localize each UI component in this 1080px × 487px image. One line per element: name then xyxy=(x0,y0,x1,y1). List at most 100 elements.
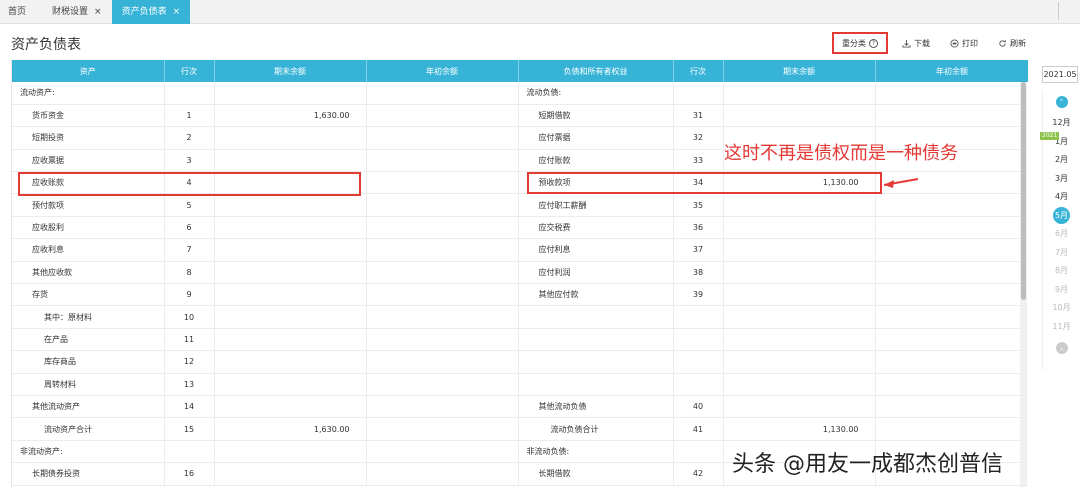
tab-tax-settings[interactable]: 财税设置 × xyxy=(42,0,112,24)
table-cell[interactable] xyxy=(214,126,367,150)
table-cell[interactable] xyxy=(875,373,1028,396)
table-cell[interactable] xyxy=(366,440,519,464)
table-cell[interactable] xyxy=(214,395,367,419)
reclassify-button[interactable]: 重分类 ? xyxy=(832,32,888,54)
month-item[interactable]: 6月 xyxy=(1043,225,1080,244)
table-cell[interactable] xyxy=(875,216,1028,240)
col-header: 行次 xyxy=(164,60,215,82)
collapse-handle[interactable] xyxy=(1058,2,1072,20)
table-cell[interactable] xyxy=(214,440,367,464)
table-cell[interactable] xyxy=(214,82,367,105)
table-cell: 流动资产合计 xyxy=(12,417,165,441)
table-cell: 预付款项 xyxy=(12,193,165,217)
month-item[interactable]: 9月 xyxy=(1043,281,1080,300)
table-cell[interactable] xyxy=(366,238,519,262)
chevron-up-icon[interactable]: ⌃ xyxy=(1055,96,1068,108)
table-cell[interactable] xyxy=(366,149,519,173)
table-cell[interactable] xyxy=(366,82,519,105)
table-cell: 36 xyxy=(673,216,724,240)
month-item[interactable]: 10月 xyxy=(1043,299,1080,318)
table-cell[interactable] xyxy=(366,126,519,150)
table-cell[interactable] xyxy=(723,305,876,329)
table-cell[interactable] xyxy=(366,373,519,396)
table-cell[interactable] xyxy=(366,350,519,374)
table-cell[interactable] xyxy=(723,328,876,352)
table-cell[interactable]: 1,630.00 xyxy=(214,104,367,128)
table-cell: 其他应付款 xyxy=(518,283,674,307)
tab-balance-sheet[interactable]: 资产负债表 × xyxy=(111,0,191,24)
chevron-down-icon[interactable]: ⌄ xyxy=(1055,342,1068,354)
table-cell[interactable] xyxy=(214,328,367,352)
table-cell[interactable] xyxy=(366,261,519,285)
refresh-button[interactable]: 刷新 xyxy=(992,32,1032,54)
table-cell[interactable]: 1,130.00 xyxy=(723,417,876,441)
table-cell[interactable] xyxy=(875,104,1028,128)
table-cell[interactable] xyxy=(875,82,1028,105)
month-item[interactable]: 4月 xyxy=(1043,188,1080,207)
table-cell[interactable] xyxy=(723,395,876,419)
table-cell[interactable] xyxy=(366,193,519,217)
table-cell[interactable] xyxy=(214,149,367,173)
table-cell[interactable] xyxy=(366,328,519,352)
month-label: 5月 xyxy=(1053,206,1070,224)
print-button[interactable]: 打印 xyxy=(944,32,984,54)
table-cell[interactable] xyxy=(875,238,1028,262)
table-cell[interactable] xyxy=(214,350,367,374)
table-cell[interactable] xyxy=(723,104,876,128)
table-cell[interactable] xyxy=(723,238,876,262)
table-cell[interactable] xyxy=(214,261,367,285)
table-cell[interactable] xyxy=(875,305,1028,329)
table-cell[interactable] xyxy=(723,216,876,240)
table-cell[interactable] xyxy=(214,283,367,307)
table-cell[interactable] xyxy=(875,328,1028,352)
vertical-scrollbar[interactable] xyxy=(1020,82,1027,487)
close-icon[interactable]: × xyxy=(94,0,102,24)
table-cell[interactable] xyxy=(366,104,519,128)
table-cell[interactable] xyxy=(723,82,876,105)
month-item[interactable]: 5月 xyxy=(1043,206,1080,226)
table-cell[interactable] xyxy=(366,395,519,419)
month-item[interactable]: 2月 xyxy=(1043,151,1080,170)
table-cell[interactable] xyxy=(875,261,1028,285)
close-icon[interactable]: × xyxy=(173,0,181,24)
table-cell[interactable] xyxy=(875,395,1028,419)
table-cell[interactable]: 1,630.00 xyxy=(214,417,367,441)
tab-tax-settings-label: 财税设置 xyxy=(52,7,89,17)
month-item[interactable]: 12月 xyxy=(1043,114,1080,133)
month-item[interactable]: 3月 xyxy=(1043,170,1080,189)
date-select[interactable]: 2021.05 xyxy=(1042,66,1078,83)
table-cell: 流动负债: xyxy=(518,82,674,105)
table-cell[interactable] xyxy=(366,417,519,441)
table-cell[interactable] xyxy=(723,350,876,374)
table-cell[interactable] xyxy=(366,305,519,329)
table-cell[interactable] xyxy=(875,193,1028,217)
month-item[interactable]: 11月 xyxy=(1043,318,1080,337)
table-cell[interactable] xyxy=(214,462,367,486)
table-cell: 35 xyxy=(673,193,724,217)
table-cell[interactable] xyxy=(723,373,876,396)
table-cell[interactable] xyxy=(214,193,367,217)
table-cell[interactable] xyxy=(366,462,519,486)
table-cell[interactable] xyxy=(366,283,519,307)
table-cell xyxy=(673,440,724,464)
table-cell[interactable] xyxy=(723,283,876,307)
month-label: 6月 xyxy=(1054,229,1069,238)
help-icon[interactable]: ? xyxy=(869,38,878,48)
table-cell[interactable] xyxy=(366,216,519,240)
month-item[interactable]: 8月 xyxy=(1043,262,1080,281)
month-item[interactable]: 7月 xyxy=(1043,244,1080,263)
tab-home[interactable]: 首页 xyxy=(0,0,42,24)
table-cell[interactable] xyxy=(723,193,876,217)
table-cell[interactable] xyxy=(723,261,876,285)
table-cell[interactable] xyxy=(214,373,367,396)
table-cell[interactable] xyxy=(875,417,1028,441)
table-cell: 3 xyxy=(164,149,215,173)
table-cell[interactable] xyxy=(875,283,1028,307)
table-cell[interactable] xyxy=(875,350,1028,374)
table-cell[interactable] xyxy=(214,238,367,262)
table-cell[interactable] xyxy=(214,216,367,240)
download-button[interactable]: 下载 xyxy=(896,32,936,54)
table-cell[interactable] xyxy=(366,171,519,195)
scrollbar-thumb[interactable] xyxy=(1021,82,1026,300)
table-cell[interactable] xyxy=(214,305,367,329)
